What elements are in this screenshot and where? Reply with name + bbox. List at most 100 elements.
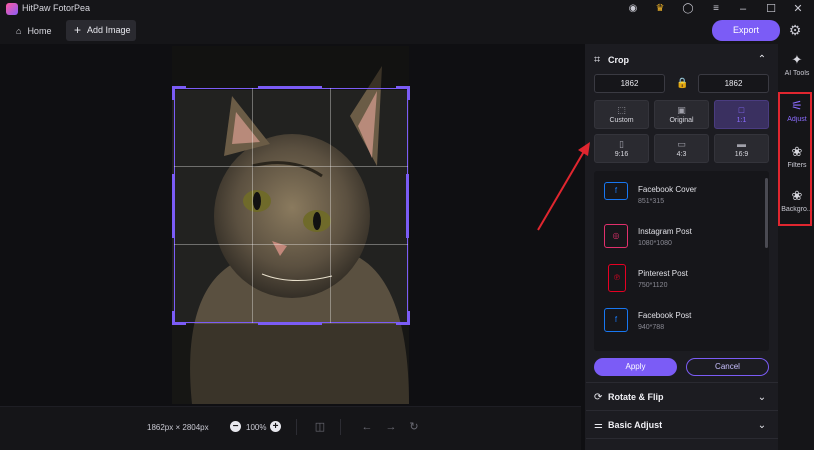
crop-frame[interactable] — [174, 88, 408, 323]
rotate-icon: ⟳ — [594, 392, 603, 403]
crop-handle-top-left[interactable] — [172, 86, 186, 100]
divider — [586, 410, 778, 411]
image-icon: ▣ — [677, 105, 686, 115]
section-rotate-flip[interactable]: ⟳ Rotate & Flip ⌄ — [594, 390, 769, 406]
preset-name: Pinterest Post — [638, 269, 688, 278]
undo-icon[interactable]: ← — [360, 420, 374, 434]
instagram-icon: ◎ — [604, 224, 628, 248]
ratio-label: 4:3 — [676, 151, 687, 158]
crop-handle-top[interactable] — [258, 86, 322, 89]
zoom-in-button[interactable]: + — [270, 421, 281, 432]
square-icon: □ — [738, 105, 745, 115]
crop-handle-bottom-left[interactable] — [172, 311, 186, 325]
rail-item-ai-tools[interactable]: ✦ AI Tools — [780, 46, 814, 88]
menu-icon[interactable]: ≡ — [709, 2, 723, 16]
bottom-bar — [0, 406, 581, 450]
ratio-4-3-button[interactable]: ▭ 4:3 — [654, 134, 709, 163]
cancel-button[interactable]: Cancel — [686, 358, 769, 376]
crop-handle-bottom-right[interactable] — [396, 311, 410, 325]
preset-name: Facebook Post — [638, 311, 692, 320]
home-icon: ⌂ — [16, 26, 22, 36]
minimize-icon[interactable]: – — [735, 1, 751, 17]
preset-pinterest-post[interactable]: ℗ Pinterest Post 750*1120 — [594, 260, 764, 298]
rail-label: AI Tools — [784, 70, 810, 77]
ratio-original-button[interactable]: ▣ Original — [654, 100, 709, 129]
portrait-icon: ▯ — [619, 139, 624, 149]
ratio-label: 9:16 — [614, 151, 629, 158]
app-logo — [6, 3, 18, 15]
settings-gear-icon[interactable]: ⚙ — [786, 21, 804, 39]
ratio-label: 16:9 — [734, 151, 749, 158]
annotation-arrow — [537, 142, 590, 231]
facebook-icon: f — [604, 182, 628, 200]
ratio-1-1-button[interactable]: □ 1:1 — [714, 100, 769, 129]
ratio-custom-button[interactable]: ⬚ Custom — [594, 100, 649, 129]
section-label: Basic Adjust — [608, 420, 663, 430]
crop-width-field[interactable]: 1862 — [594, 74, 665, 93]
preset-facebook-post[interactable]: f Facebook Post 940*788 — [594, 302, 764, 340]
plus-icon: + — [74, 23, 82, 37]
chevron-down-icon[interactable]: ⌄ — [756, 420, 768, 432]
maximize-icon[interactable]: ☐ — [763, 1, 779, 17]
crop-grid-line — [252, 88, 253, 323]
chevron-up-icon[interactable]: ⌃ — [756, 54, 768, 66]
separator — [296, 419, 297, 435]
crop-handle-left[interactable] — [172, 174, 175, 238]
crop-height-field[interactable]: 1862 — [698, 74, 769, 93]
crop-grid-line — [330, 88, 331, 323]
sliders-icon: ⚌ — [594, 420, 603, 431]
widescreen-icon: ▬ — [737, 139, 746, 149]
preset-size: 1080*1080 — [638, 240, 672, 247]
crop-grid-line — [174, 166, 408, 167]
ratio-16-9-button[interactable]: ▬ 16:9 — [714, 134, 769, 163]
crop-section-title: Crop — [608, 55, 629, 65]
custom-crop-icon: ⬚ — [617, 105, 626, 115]
discord-icon[interactable]: ◉ — [626, 2, 640, 16]
preset-name: Instagram Post — [638, 227, 692, 236]
image-dimensions: 1862px × 2804px — [147, 423, 209, 432]
crop-handle-top-right[interactable] — [396, 86, 410, 100]
preset-facebook-cover[interactable]: f Facebook Cover 851*315 — [594, 176, 764, 214]
pinterest-icon: ℗ — [608, 264, 626, 292]
crop-handle-bottom[interactable] — [258, 322, 322, 325]
ratio-label: 1:1 — [736, 117, 747, 124]
crop-handle-right[interactable] — [406, 174, 409, 238]
home-label: Home — [27, 26, 52, 36]
crown-icon[interactable]: ♛ — [653, 2, 667, 16]
account-icon[interactable]: ◯ — [681, 2, 695, 16]
close-icon[interactable]: ✕ — [790, 1, 806, 17]
preset-size: 750*1120 — [638, 282, 668, 289]
divider — [586, 438, 778, 439]
ratio-label: Custom — [609, 117, 634, 124]
reset-icon[interactable]: ↻ — [407, 420, 421, 434]
apply-button[interactable]: Apply — [594, 358, 677, 376]
aspect-lock-icon[interactable]: 🔒 — [676, 77, 688, 90]
ratio-9-16-button[interactable]: ▯ 9:16 — [594, 134, 649, 163]
canvas-dim-overlay-bottom — [172, 324, 409, 404]
preset-size: 851*315 — [638, 198, 665, 205]
add-image-button[interactable]: + Add Image — [66, 20, 136, 41]
section-label: Rotate & Flip — [608, 392, 664, 402]
landscape-icon: ▭ — [677, 139, 686, 149]
ai-tools-icon: ✦ — [791, 52, 803, 67]
add-image-label: Add Image — [87, 25, 131, 35]
preset-name: Facebook Cover — [638, 185, 697, 194]
export-button[interactable]: Export — [712, 20, 780, 41]
compare-icon[interactable]: ◫ — [313, 420, 327, 434]
preset-size: 940*788 — [638, 324, 665, 331]
zoom-level: 100% — [246, 423, 267, 432]
section-basic-adjust[interactable]: ⚌ Basic Adjust ⌄ — [594, 418, 769, 434]
home-button[interactable]: ⌂ Home — [10, 21, 57, 41]
annotation-highlight-box — [778, 92, 812, 226]
facebook-icon: f — [604, 308, 628, 332]
preset-list-scrollbar[interactable] — [765, 178, 768, 248]
separator — [340, 419, 341, 435]
divider — [586, 382, 778, 383]
crop-grid-line — [174, 244, 408, 245]
preset-instagram-post[interactable]: ◎ Instagram Post 1080*1080 — [594, 218, 764, 256]
redo-icon[interactable]: → — [384, 420, 398, 434]
zoom-out-button[interactable]: − — [230, 421, 241, 432]
ratio-label: Original — [669, 117, 694, 124]
chevron-down-icon[interactable]: ⌄ — [756, 392, 768, 404]
canvas-dim-overlay — [172, 46, 409, 90]
